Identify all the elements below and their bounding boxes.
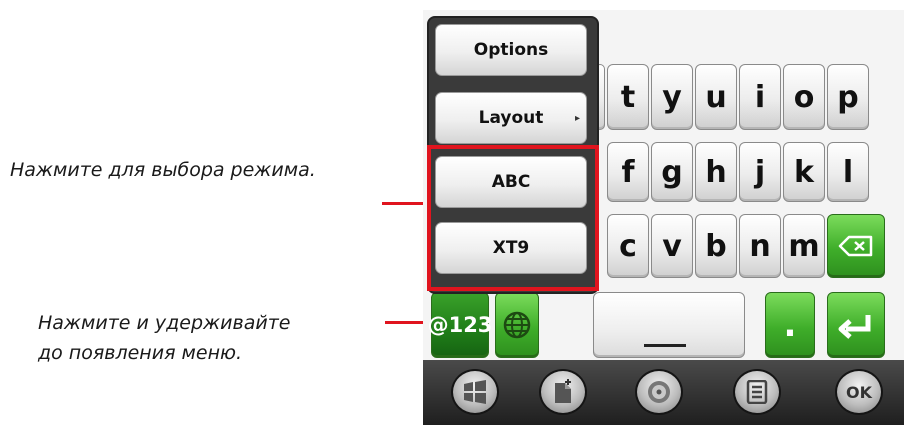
key-y[interactable]: y (651, 64, 693, 130)
globe-key[interactable] (495, 292, 539, 358)
media-button[interactable] (635, 369, 683, 415)
mode-select-leader-line (382, 202, 424, 205)
input-mode-popup-menu: Options Layout ▸ ABC XT9 (427, 16, 599, 294)
new-document-icon (555, 379, 571, 403)
mode-123-key[interactable]: @123 (428, 292, 492, 358)
key-j[interactable]: j (739, 142, 781, 202)
key-u[interactable]: u (695, 64, 737, 130)
soft-keyboard-screen: t y u i o p f g h j k l c v b n m @123 . (423, 10, 904, 425)
key-l[interactable]: l (827, 142, 869, 202)
menu-item-layout[interactable]: Layout ▸ (435, 92, 587, 144)
start-button[interactable] (451, 369, 499, 415)
space-underline (644, 344, 686, 347)
menu-button[interactable] (733, 369, 781, 415)
key-g[interactable]: g (651, 142, 693, 202)
new-note-button[interactable] (539, 369, 587, 415)
enter-key[interactable] (827, 292, 885, 358)
key-i[interactable]: i (739, 64, 781, 130)
taskbar: OK (423, 360, 904, 425)
key-n[interactable]: n (739, 214, 781, 278)
key-k[interactable]: k (783, 142, 825, 202)
hold-caption-line-2: до появления меню. (38, 342, 243, 364)
key-t[interactable]: t (607, 64, 649, 130)
menu-item-layout-label: Layout (478, 108, 544, 128)
menu-item-options[interactable]: Options (435, 24, 587, 76)
key-b[interactable]: b (695, 214, 737, 278)
ok-button[interactable]: OK (835, 369, 883, 415)
enter-icon (838, 315, 871, 339)
key-o[interactable]: o (783, 64, 825, 130)
key-v[interactable]: v (651, 214, 693, 278)
backspace-key[interactable] (827, 214, 885, 278)
globe-icon (503, 311, 531, 339)
key-h[interactable]: h (695, 142, 737, 202)
hold-caption: Нажмите и удерживайте до появления меню. (38, 308, 290, 368)
submenu-arrow-icon: ▸ (574, 113, 580, 124)
hold-caption-line-1: Нажмите и удерживайте (38, 312, 291, 334)
period-key[interactable]: . (765, 292, 815, 358)
key-c[interactable]: c (607, 214, 649, 278)
windows-flag-icon (464, 380, 486, 404)
mode-options-highlight (427, 145, 599, 291)
backspace-icon (838, 235, 873, 257)
key-m[interactable]: m (783, 214, 825, 278)
list-icon (746, 380, 768, 404)
space-key[interactable] (593, 292, 745, 358)
key-p[interactable]: p (827, 64, 869, 130)
disc-icon (648, 381, 670, 403)
key-f[interactable]: f (607, 142, 649, 202)
mode-select-caption: Нажмите для выбора режима. (10, 159, 316, 181)
